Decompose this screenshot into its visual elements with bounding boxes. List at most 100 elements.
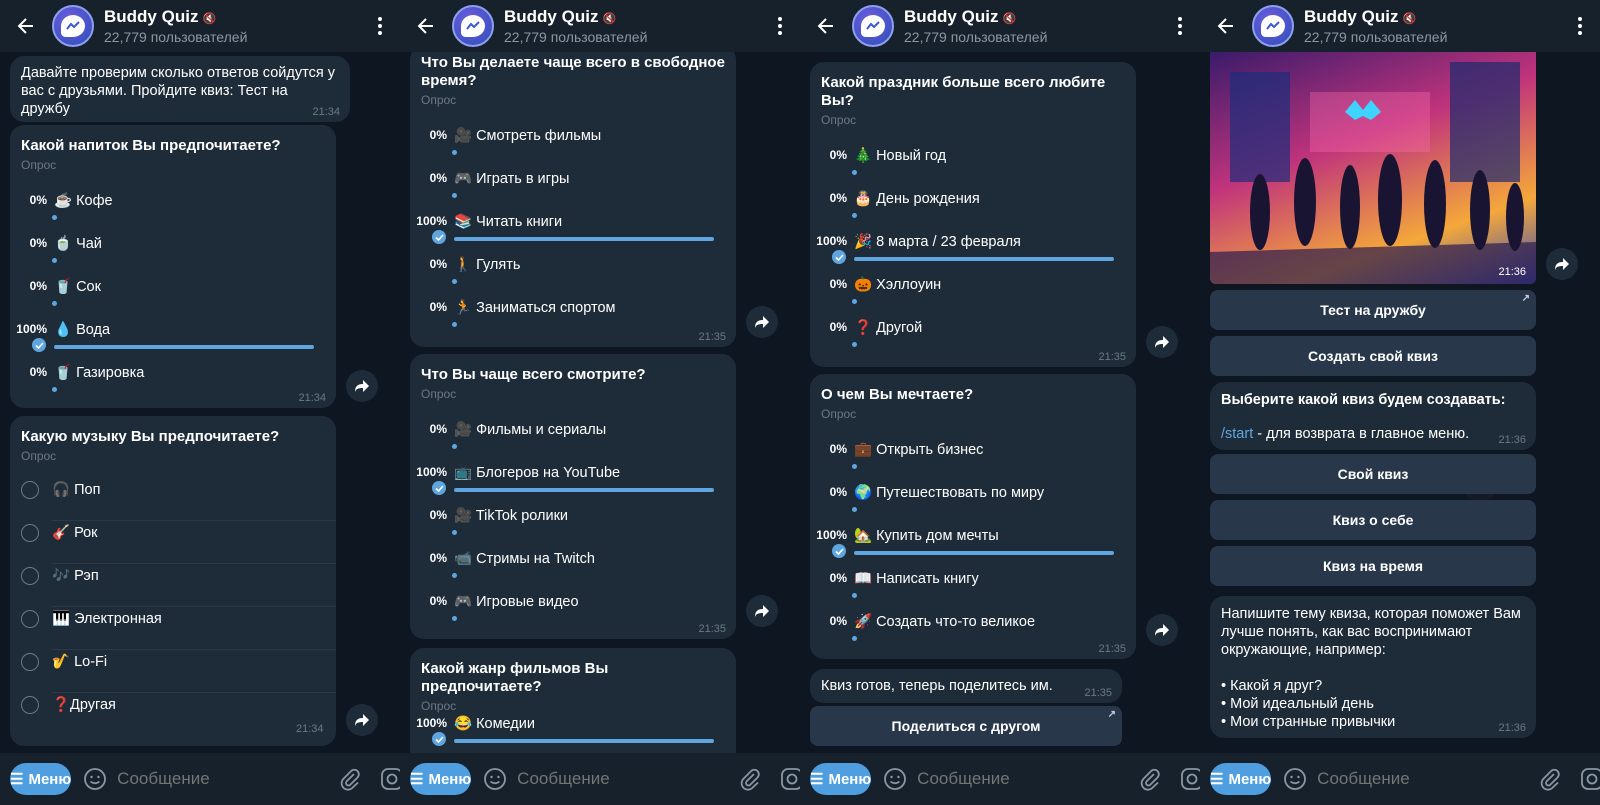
radio-button[interactable]: [21, 567, 39, 585]
own-quiz-button[interactable]: Свой квиз: [1210, 454, 1536, 494]
menu-button[interactable]: ☰ Меню: [410, 763, 472, 795]
chat-title-block[interactable]: Buddy Quiz 🔇 22,779 пользователей: [904, 7, 1160, 46]
chat-title-block[interactable]: Buddy Quiz 🔇 22,779 пользователей: [104, 7, 360, 46]
emoji-icon[interactable]: [883, 767, 907, 791]
poll-radio-option[interactable]: 🎸 Рок: [10, 521, 336, 564]
share-icon[interactable]: [746, 595, 778, 627]
avatar[interactable]: [52, 5, 94, 47]
poll-option[interactable]: 0% ❓ Другой: [810, 318, 1136, 361]
back-arrow-icon[interactable]: [400, 0, 452, 52]
chat-title-block[interactable]: Buddy Quiz 🔇 22,779 пользователей: [1304, 7, 1560, 46]
camera-icon[interactable]: [380, 767, 400, 791]
poll-radio-option[interactable]: ❓Другая: [10, 693, 336, 736]
radio-button[interactable]: [21, 696, 39, 714]
timed-quiz-button[interactable]: Квиз на время: [1210, 546, 1536, 586]
poll-option[interactable]: 0% ☕ Кофе: [10, 191, 336, 234]
poll-option[interactable]: 100% 😂 Комедии: [410, 714, 736, 753]
poll-option-label: 🌍 Путешествовать по миру: [854, 485, 1045, 501]
camera-icon[interactable]: [780, 767, 800, 791]
attach-icon[interactable]: [738, 767, 762, 791]
share-icon[interactable]: [1146, 326, 1178, 358]
share-with-friend-button[interactable]: Поделиться с другом ↗: [810, 706, 1122, 746]
poll-option[interactable]: 0% 🎃 Хэллоуин: [810, 275, 1136, 318]
share-icon[interactable]: [1546, 248, 1578, 280]
more-menu-icon[interactable]: [1160, 0, 1200, 52]
poll-radio-option[interactable]: 🎷 Lo-Fi: [10, 650, 336, 693]
poll-option[interactable]: 0% 🎥 TikTok ролики: [410, 506, 736, 549]
chat-title-block[interactable]: Buddy Quiz 🔇 22,779 пользователей: [504, 7, 760, 46]
message-input[interactable]: [917, 769, 1139, 789]
more-menu-icon[interactable]: [1560, 0, 1600, 52]
poll-option[interactable]: 0% 🚀 Создать что-то великое: [810, 612, 1136, 655]
back-arrow-icon[interactable]: [800, 0, 852, 52]
share-icon[interactable]: [1146, 614, 1178, 646]
poll-option[interactable]: 0% 🍵 Чай: [10, 234, 336, 277]
attach-icon[interactable]: [338, 767, 362, 791]
poll-option[interactable]: 0% 🥤 Газировка: [10, 363, 336, 406]
message-input[interactable]: [1317, 769, 1539, 789]
emoji-icon[interactable]: [1283, 767, 1307, 791]
back-arrow-icon[interactable]: [1200, 0, 1252, 52]
poll-option[interactable]: 100% 📚 Читать книги: [410, 212, 736, 255]
avatar[interactable]: [452, 5, 494, 47]
poll-option[interactable]: 0% 🎮 Игровые видео: [410, 592, 736, 635]
menu-button-label: Меню: [828, 770, 872, 788]
poll-bar: [52, 301, 57, 306]
avatar[interactable]: [852, 5, 894, 47]
share-icon[interactable]: [746, 306, 778, 338]
message-composer: ☰ Меню: [0, 753, 400, 805]
message-time: 21:36: [1498, 722, 1526, 734]
start-command-link[interactable]: /start: [1221, 426, 1253, 442]
create-quiz-button[interactable]: Создать свой квиз: [1210, 336, 1536, 376]
more-menu-icon[interactable]: [360, 0, 400, 52]
poll-bubble: Что Вы делаете чаще всего в свободное вр…: [410, 52, 736, 347]
poll-radio-option[interactable]: 🎧 Поп: [10, 478, 336, 521]
poll-option[interactable]: 0% 💼 Открыть бизнес: [810, 440, 1136, 483]
emoji-icon[interactable]: [483, 767, 507, 791]
attach-icon[interactable]: [1538, 767, 1562, 791]
poll-option[interactable]: 0% 🎄 Новый год: [810, 146, 1136, 189]
poll-option[interactable]: 0% 🎮 Играть в игры: [410, 169, 736, 212]
poll-option[interactable]: 0% 🥤 Сок: [10, 277, 336, 320]
camera-icon[interactable]: [1180, 767, 1200, 791]
more-menu-icon[interactable]: [760, 0, 800, 52]
share-icon[interactable]: [346, 370, 378, 402]
message-input[interactable]: [117, 769, 339, 789]
quiz-illustration-image[interactable]: 21:36: [1210, 52, 1536, 284]
self-quiz-button[interactable]: Квиз о себе: [1210, 500, 1536, 540]
message-input[interactable]: [517, 769, 739, 789]
poll-option-label: 🎥 Смотреть фильмы: [454, 128, 602, 144]
poll-radio-option[interactable]: 🎹 Электронная: [10, 607, 336, 650]
emoji-icon[interactable]: [83, 767, 107, 791]
radio-button[interactable]: [21, 481, 39, 499]
poll-option-label: 🎂 День рождения: [854, 191, 980, 207]
camera-icon[interactable]: [1580, 767, 1600, 791]
poll-bubble: Что Вы чаще всего смотрите? Опрос 0% 🎥 Фи…: [410, 354, 736, 639]
back-arrow-icon[interactable]: [0, 0, 52, 52]
poll-option[interactable]: 100% 🎉 8 марта / 23 февраля: [810, 232, 1136, 275]
poll-option[interactable]: 100% 📺 Блогеров на YouTube: [410, 463, 736, 506]
poll-option[interactable]: 0% 📹 Стримы на Twitch: [410, 549, 736, 592]
share-icon[interactable]: [346, 704, 378, 736]
poll-option[interactable]: 0% 📖 Написать книгу: [810, 569, 1136, 612]
poll-option[interactable]: 0% 🎥 Фильмы и сериалы: [410, 420, 736, 463]
radio-button[interactable]: [21, 653, 39, 671]
poll-option[interactable]: 0% 🏃 Заниматься спортом: [410, 298, 736, 341]
poll-option[interactable]: 100% 💧 Вода: [10, 320, 336, 363]
radio-button[interactable]: [21, 610, 39, 628]
poll-option[interactable]: 0% 🚶 Гулять: [410, 255, 736, 298]
poll-bar: [454, 237, 714, 241]
poll-option[interactable]: 100% 🏡 Купить дом мечты: [810, 526, 1136, 569]
friendship-test-button[interactable]: Тест на дружбу ↗: [1210, 290, 1536, 330]
poll-option-percent: 0%: [29, 279, 47, 293]
menu-button[interactable]: ☰ Меню: [810, 763, 872, 795]
poll-option[interactable]: 0% 🎂 День рождения: [810, 189, 1136, 232]
radio-button[interactable]: [21, 524, 39, 542]
poll-option[interactable]: 0% 🌍 Путешествовать по миру: [810, 483, 1136, 526]
menu-button[interactable]: ☰ Меню: [10, 763, 72, 795]
menu-button[interactable]: ☰ Меню: [1210, 763, 1272, 795]
attach-icon[interactable]: [1138, 767, 1162, 791]
poll-radio-option[interactable]: 🎶 Рэп: [10, 564, 336, 607]
poll-option[interactable]: 0% 🎥 Смотреть фильмы: [410, 126, 736, 169]
avatar[interactable]: [1252, 5, 1294, 47]
